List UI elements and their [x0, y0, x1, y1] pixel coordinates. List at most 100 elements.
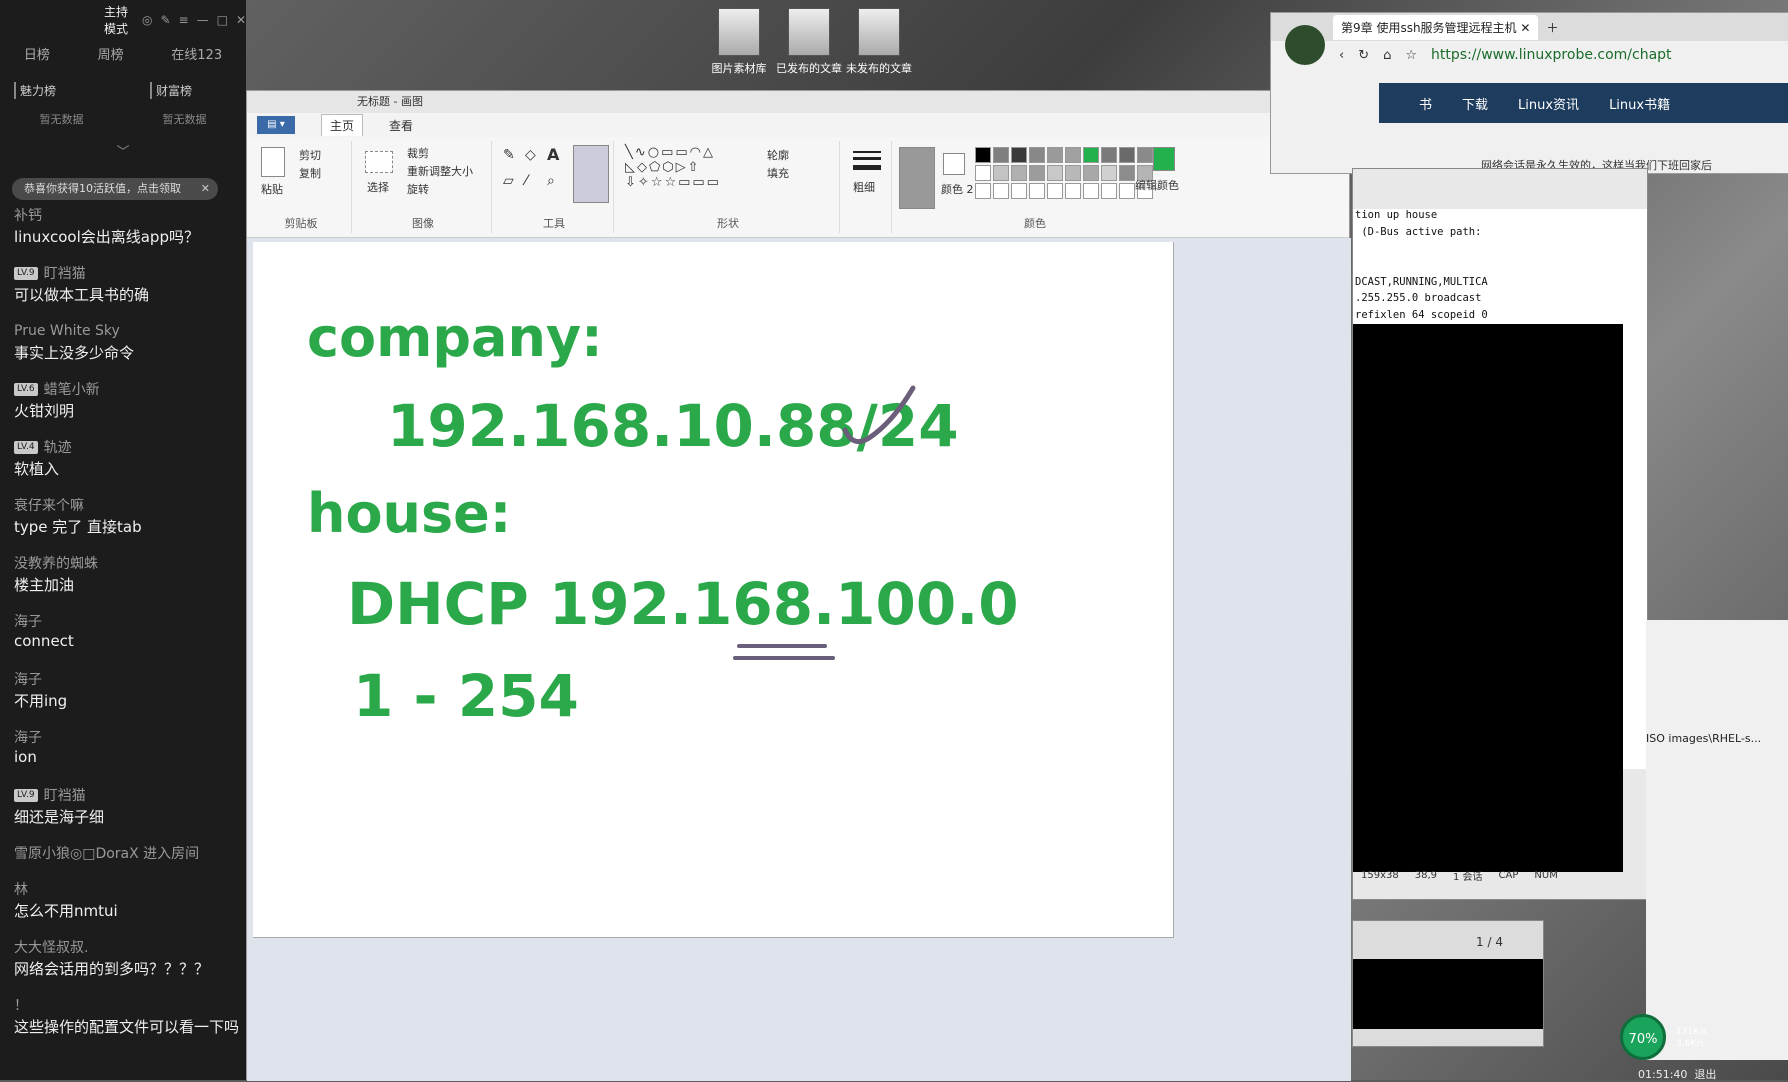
- tab-weekly[interactable]: 周榜: [98, 44, 124, 63]
- brush-icon[interactable]: [573, 145, 609, 203]
- shape-gallery[interactable]: ╲∿○▭▭◠△ ◺◇⬠⬡▷⇧ ⇩✧☆☆▭▭▭: [625, 145, 721, 190]
- chat-username[interactable]: LV.4 轨迹: [14, 436, 242, 458]
- chat-username[interactable]: 海子: [14, 726, 242, 748]
- new-tab-icon[interactable]: ＋: [1546, 19, 1558, 36]
- color-swatch[interactable]: [1065, 165, 1081, 181]
- select-icon[interactable]: [365, 151, 393, 173]
- settings-icon[interactable]: ◎: [142, 13, 152, 27]
- chat-username[interactable]: 雪原小狼◎□DoraX 进入房间: [14, 842, 242, 864]
- minimize-icon[interactable]: —: [197, 13, 209, 27]
- color-swatch[interactable]: [993, 165, 1009, 181]
- paste-button[interactable]: 粘贴: [261, 181, 283, 197]
- chat-username[interactable]: 海子: [14, 668, 242, 690]
- color-swatch[interactable]: [1011, 183, 1027, 199]
- color1-selector[interactable]: [899, 147, 935, 209]
- color-swatch[interactable]: [1119, 183, 1135, 199]
- chat-username[interactable]: 补钙: [14, 204, 242, 226]
- color-swatch[interactable]: [1119, 165, 1135, 181]
- chat-username[interactable]: LV.9 盯裆猫: [14, 784, 242, 806]
- color-swatch[interactable]: [993, 183, 1009, 199]
- color-swatch[interactable]: [975, 183, 991, 199]
- color-swatch[interactable]: [1101, 165, 1117, 181]
- nav-item[interactable]: 下载: [1462, 94, 1488, 113]
- color-swatch[interactable]: [1029, 165, 1045, 181]
- tab-view[interactable]: 查看: [389, 117, 413, 134]
- chat-username[interactable]: 林: [14, 878, 242, 900]
- chat-username[interactable]: ！: [14, 994, 242, 1016]
- pencil-icon[interactable]: ✎: [503, 147, 515, 163]
- chat-username[interactable]: 海子: [14, 610, 242, 632]
- chat-username[interactable]: LV.6 蜡笔小新: [14, 378, 242, 400]
- tab-home[interactable]: 主页: [321, 114, 364, 136]
- nav-item[interactable]: Linux书籍: [1609, 94, 1670, 113]
- color-swatch[interactable]: [1011, 165, 1027, 181]
- home-icon[interactable]: ⌂: [1383, 48, 1391, 63]
- color-swatch[interactable]: [1083, 147, 1099, 163]
- color-swatch[interactable]: [1101, 147, 1117, 163]
- cpu-meter[interactable]: 70%: [1620, 1014, 1666, 1060]
- drawing-canvas[interactable]: company: 192.168.10.88/24 house: DHCP 19…: [253, 242, 1174, 938]
- tab-online[interactable]: 在线123: [171, 44, 222, 63]
- back-icon[interactable]: ‹: [1339, 48, 1344, 63]
- close-icon[interactable]: ✕: [201, 178, 210, 200]
- color-swatch[interactable]: [1047, 165, 1063, 181]
- paste-icon[interactable]: [261, 147, 285, 177]
- cut-button[interactable]: 剪切: [299, 147, 321, 163]
- browser-tab[interactable]: 第9章 使用ssh服务管理远程主机 ✕: [1333, 14, 1539, 40]
- color-swatch[interactable]: [1029, 147, 1045, 163]
- color-swatch[interactable]: [1011, 147, 1027, 163]
- resize-button[interactable]: 重新调整大小: [407, 163, 473, 179]
- desktop-icon[interactable]: 已发布的文章: [774, 8, 844, 76]
- exit-button[interactable]: 退出: [1694, 1068, 1716, 1081]
- color-swatch[interactable]: [993, 147, 1009, 163]
- edit-colors-button[interactable]: 编辑颜色: [1135, 177, 1179, 193]
- color-swatch[interactable]: [1029, 183, 1045, 199]
- close-icon[interactable]: ✕: [236, 13, 246, 27]
- maximize-icon[interactable]: □: [217, 13, 228, 27]
- color-swatch[interactable]: [1083, 165, 1099, 181]
- crop-button[interactable]: 裁剪: [407, 145, 429, 161]
- outline-button[interactable]: 轮廓: [767, 147, 789, 163]
- color-swatch[interactable]: [1065, 183, 1081, 199]
- magnifier-icon[interactable]: ⌕: [547, 173, 555, 189]
- reward-banner[interactable]: 恭喜你获得10活跃值，点击领取 ✕: [12, 178, 218, 200]
- color-picker-icon[interactable]: ⁄: [525, 173, 527, 189]
- color-swatch[interactable]: [1065, 147, 1081, 163]
- color-swatch[interactable]: [1047, 147, 1063, 163]
- nav-item[interactable]: Linux资讯: [1518, 94, 1579, 113]
- size-button[interactable]: 粗细: [853, 179, 875, 195]
- rotate-button[interactable]: 旋转: [407, 181, 429, 197]
- tab-daily[interactable]: 日榜: [24, 44, 50, 63]
- select-button[interactable]: 选择: [367, 179, 389, 195]
- color-swatch[interactable]: [1047, 183, 1063, 199]
- color-swatch[interactable]: [975, 147, 991, 163]
- tab-charm[interactable]: 魅力榜: [14, 82, 56, 99]
- chat-username[interactable]: 大大怪叔叔.: [14, 936, 242, 958]
- edit-icon[interactable]: ✎: [160, 13, 170, 27]
- chat-username[interactable]: Prue White Sky: [14, 320, 242, 342]
- color2-selector[interactable]: [943, 153, 965, 175]
- color-swatch[interactable]: [1083, 183, 1099, 199]
- eraser-icon[interactable]: ▱: [503, 173, 514, 189]
- chat-username[interactable]: LV.9 盯裆猫: [14, 262, 242, 284]
- refresh-icon[interactable]: ↻: [1358, 48, 1369, 63]
- url-field[interactable]: https://www.linuxprobe.com/chapt: [1431, 47, 1672, 63]
- copy-button[interactable]: 复制: [299, 165, 321, 181]
- fill-icon[interactable]: ◇: [525, 147, 536, 163]
- text-icon[interactable]: A: [547, 145, 559, 164]
- color-swatch[interactable]: [1119, 147, 1135, 163]
- nav-item[interactable]: 书: [1419, 94, 1432, 113]
- color-swatch[interactable]: [1137, 147, 1153, 163]
- desktop-icon[interactable]: 图片素材库: [704, 8, 774, 76]
- chat-username[interactable]: 没教养的蜘蛛: [14, 552, 242, 574]
- color-swatch[interactable]: [975, 165, 991, 181]
- desktop-icon[interactable]: 未发布的文章: [844, 8, 914, 76]
- fill-button[interactable]: 填充: [767, 165, 789, 181]
- chat-username[interactable]: 衰仔来个嘛: [14, 494, 242, 516]
- tab-wealth[interactable]: 财富榜: [150, 82, 192, 99]
- edit-colors-icon[interactable]: [1153, 147, 1175, 171]
- chevron-down-icon[interactable]: ﹀: [0, 141, 246, 160]
- menu-icon[interactable]: ≡: [179, 13, 189, 27]
- color-swatch[interactable]: [1101, 183, 1117, 199]
- file-menu-button[interactable]: ▤ ▾: [257, 116, 295, 134]
